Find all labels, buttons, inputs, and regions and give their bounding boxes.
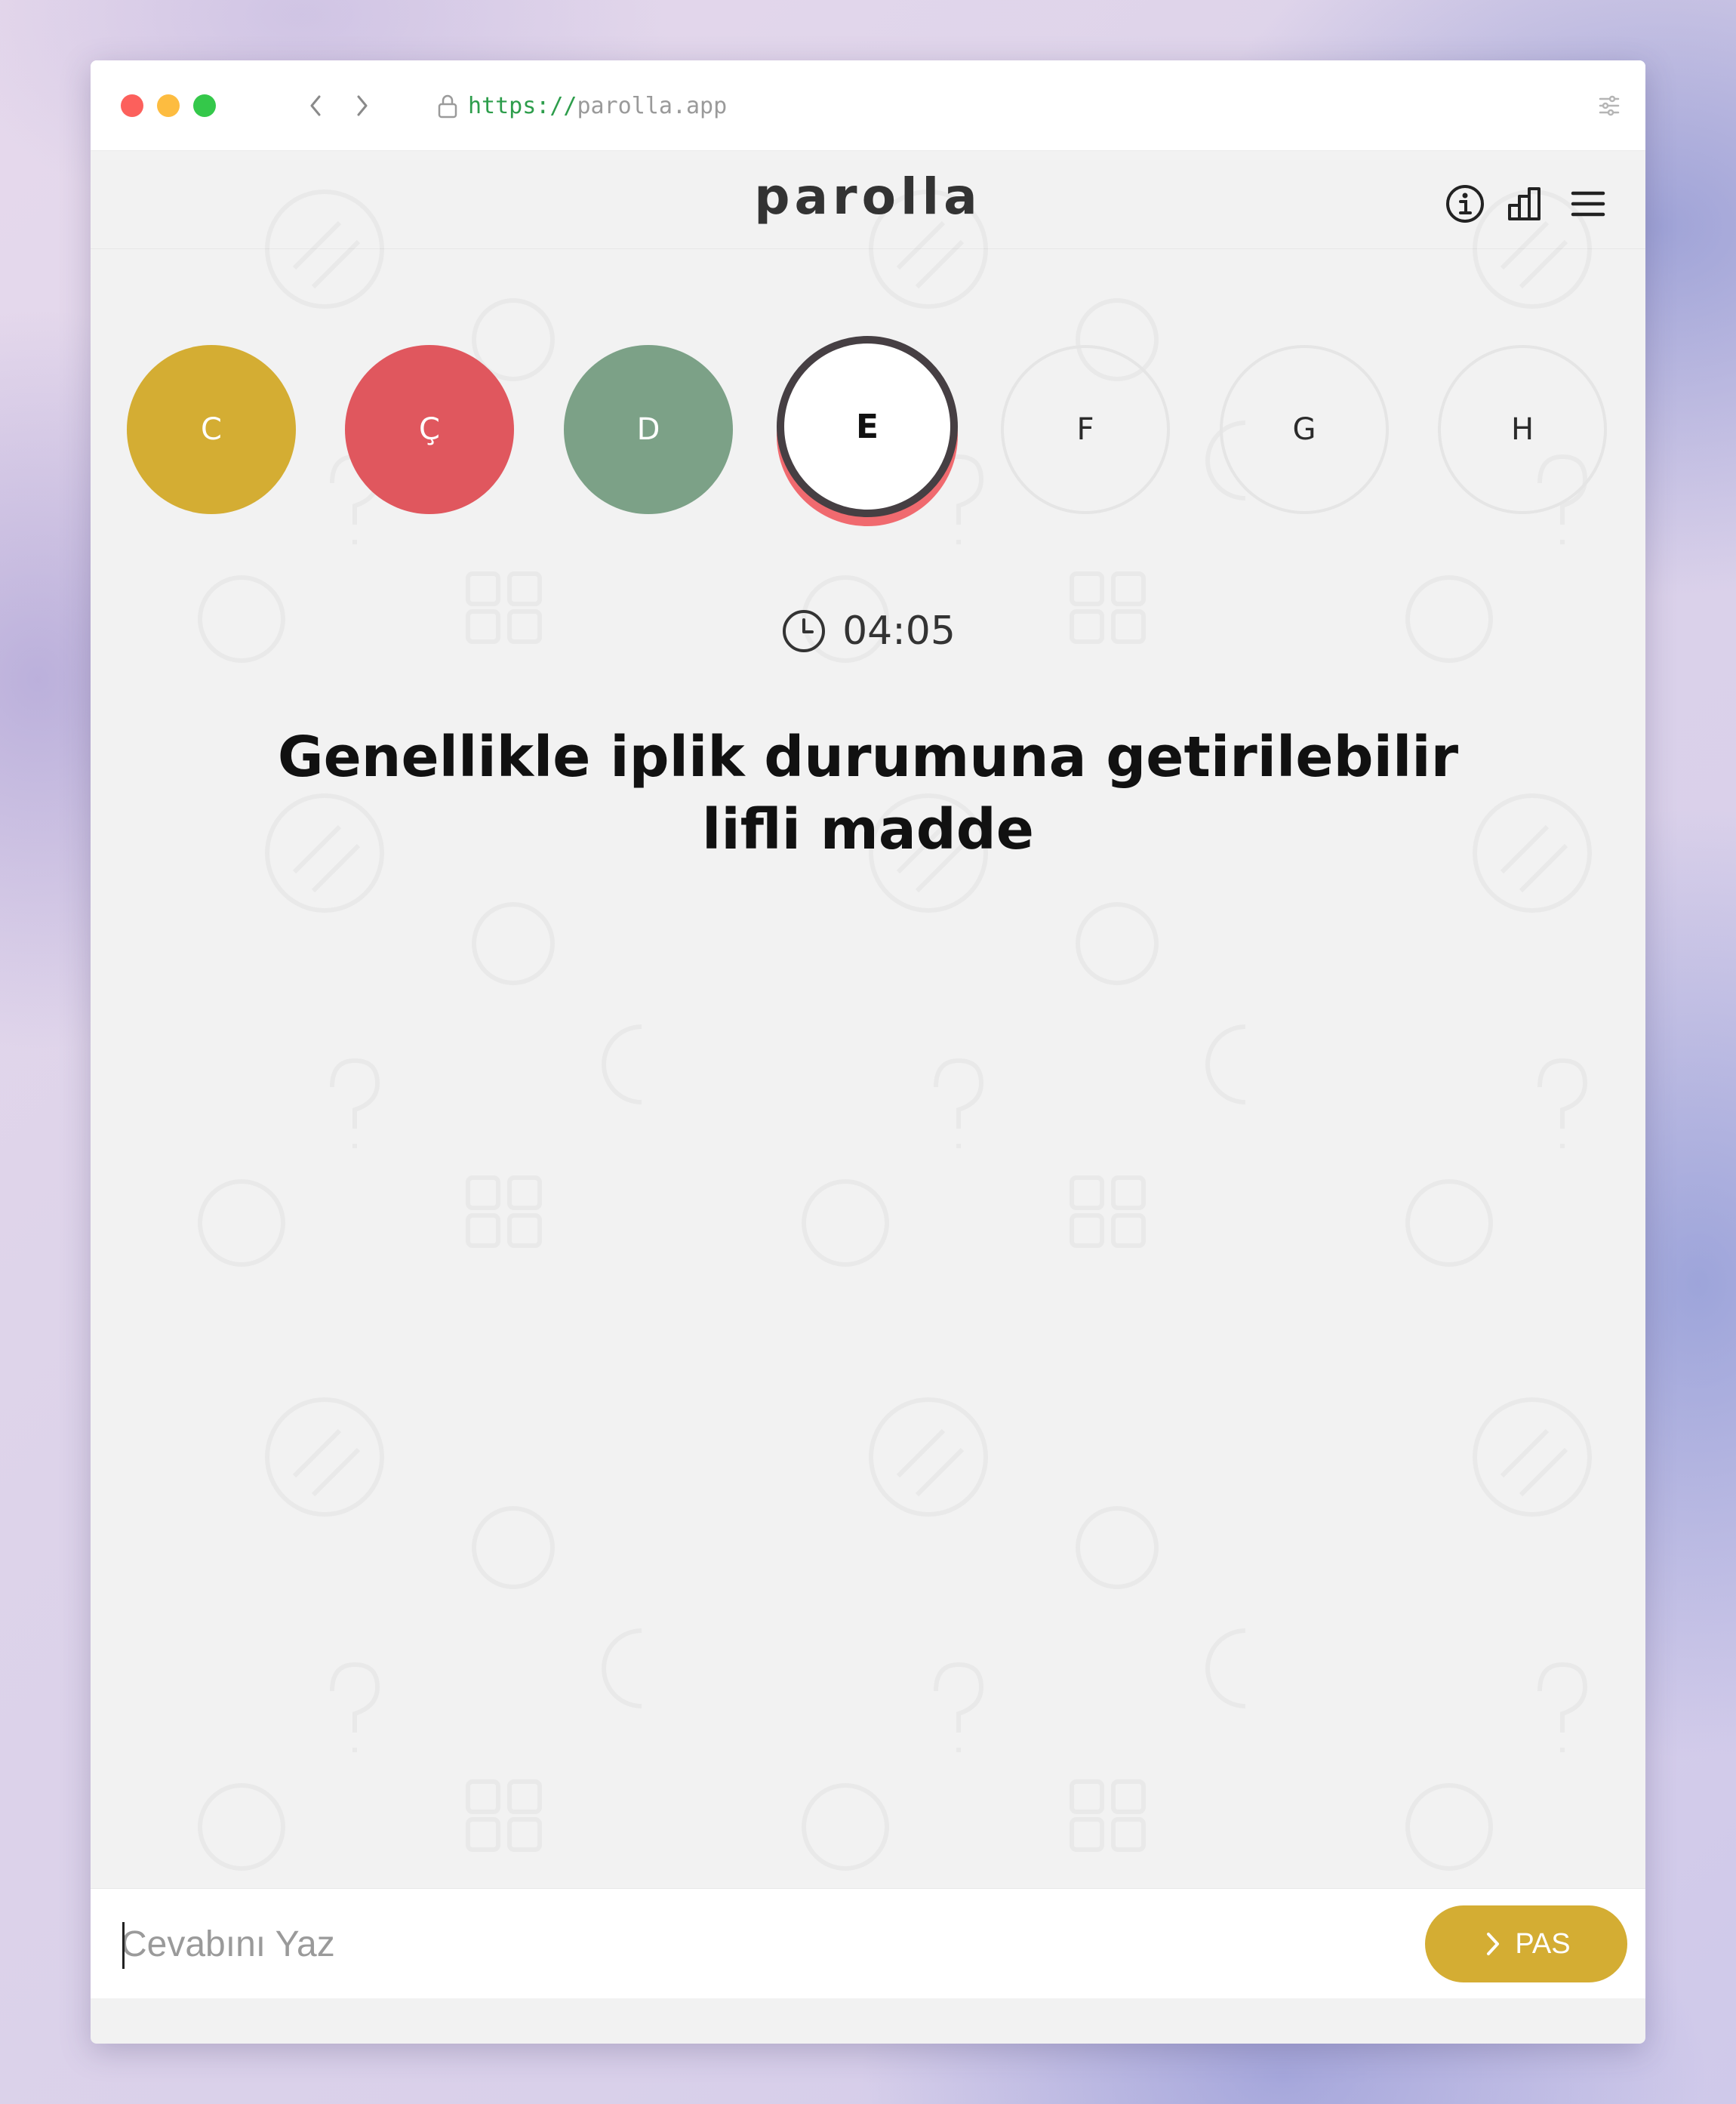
letter-g[interactable]: G (1220, 345, 1389, 514)
question-line-2: lifli madde (702, 797, 1034, 862)
timer-text: 04:05 (842, 608, 956, 654)
browser-back-button[interactable] (300, 89, 331, 122)
letter-label: E (855, 407, 879, 446)
lock-icon (438, 94, 457, 119)
settings-sliders-icon (1599, 95, 1620, 116)
browser-chrome: https://parolla.app (91, 60, 1645, 151)
chevron-right-icon (1487, 1933, 1500, 1955)
game-page: parolla C Ç D E F G H 04:05 Genellikle i… (91, 151, 1645, 1998)
info-icon (1446, 185, 1484, 223)
window-close-button[interactable] (121, 94, 143, 117)
app-header: parolla (91, 151, 1645, 249)
answer-input[interactable] (121, 1910, 1404, 1978)
stats-chart-icon (1508, 187, 1541, 220)
letter-c[interactable]: C (127, 345, 296, 514)
address-bar[interactable]: https://parolla.app (436, 86, 727, 125)
clock-icon (783, 610, 826, 652)
question-line-1: Genellikle iplik durumuna getirilebilir (277, 725, 1459, 790)
browser-forward-button[interactable] (347, 89, 377, 122)
letter-label: H (1510, 412, 1534, 447)
question-text: Genellikle iplik durumuna getirilebilir … (242, 721, 1494, 866)
menu-button[interactable] (1565, 181, 1611, 226)
letter-label: D (636, 412, 660, 447)
window-maximize-button[interactable] (193, 94, 216, 117)
letter-h[interactable]: H (1438, 345, 1607, 514)
letter-wheel: C Ç D E F G H (91, 336, 1645, 519)
text-caret (122, 1922, 125, 1969)
letter-f[interactable]: F (1001, 345, 1170, 514)
url-scheme: https:// (468, 92, 577, 119)
letter-label: G (1292, 412, 1316, 447)
stats-button[interactable] (1504, 181, 1549, 226)
letter-e-current[interactable]: E (777, 336, 958, 517)
hamburger-menu-icon (1571, 191, 1605, 217)
letter-label: F (1076, 412, 1094, 447)
chevron-left-icon (310, 95, 321, 116)
browser-window: https://parolla.app parolla C Ç D E F G … (91, 60, 1645, 2044)
timer: 04:05 (91, 608, 1645, 655)
letter-label: Ç (419, 412, 440, 447)
letter-d[interactable]: D (564, 345, 733, 514)
answer-bar: PAS (91, 1888, 1645, 1998)
browser-settings-button[interactable] (1596, 92, 1623, 119)
pass-button-label: PAS (1515, 1927, 1571, 1960)
letter-label: C (201, 412, 222, 447)
info-button[interactable] (1442, 181, 1488, 226)
app-logo[interactable]: parolla (91, 168, 1645, 226)
letter-c-cedilla[interactable]: Ç (345, 345, 514, 514)
chevron-right-icon (357, 95, 368, 116)
pass-button[interactable]: PAS (1425, 1905, 1627, 1982)
url-host: parolla.app (577, 92, 728, 119)
window-minimize-button[interactable] (157, 94, 180, 117)
